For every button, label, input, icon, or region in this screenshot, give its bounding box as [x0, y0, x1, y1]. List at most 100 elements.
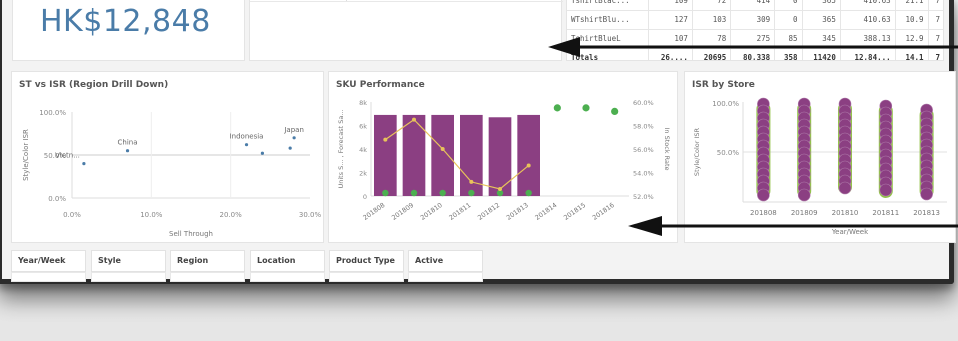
table-cell: 388.13	[840, 29, 896, 49]
scatter-point	[292, 136, 296, 140]
sku-panel[interactable]: SKU Performance 8k 6k 4k 2k 0 60.0% 58.0% 56.0%…	[328, 71, 678, 243]
table-cell: 11420	[802, 48, 841, 60]
sku-chart[interactable]: 8k 6k 4k 2k 0 60.0% 58.0% 56.0% 54.0% 52.0% Units …	[329, 92, 679, 242]
filter-list[interactable]	[408, 272, 483, 282]
table-row[interactable]: WTshirtBlu... 127 103 309 0 365 410.63 10.9 7	[567, 10, 943, 30]
isr-store-chart[interactable]: 100.0% 50.0% Style/Color ISR Year/Week 20180…	[685, 92, 957, 242]
scatter-point-label: Vietn...	[55, 152, 80, 160]
line-point	[412, 117, 416, 122]
line-point	[440, 147, 445, 151]
table-totals-row[interactable]: Totals 26,... 20695 80,338 358 11420 12,84... 1…	[567, 48, 943, 60]
filter-list[interactable]	[170, 272, 245, 282]
table-cell: 12,84...	[840, 48, 896, 60]
app-stage: HK$12,848 TshirtBlac... 109 72 414 0 365 410.6…	[0, 0, 958, 341]
store-point	[797, 188, 811, 202]
table-cell: 7	[928, 0, 943, 11]
table-cell: 365	[802, 0, 841, 11]
filter-location[interactable]: Location	[250, 250, 325, 272]
bar-base-point	[468, 189, 475, 197]
filter-label: Active	[415, 256, 444, 265]
table-cell: 80,338	[730, 48, 776, 60]
filter-year-week[interactable]: Year/Week	[11, 250, 86, 272]
filter-list[interactable]	[250, 272, 325, 282]
scatter-point	[82, 162, 86, 166]
y-right-tick: 54.0%	[633, 170, 654, 178]
table-cell: 345	[802, 29, 841, 49]
scatter-point	[244, 143, 249, 147]
filter-label: Region	[177, 256, 209, 265]
y-tick-label: 100.0%	[39, 109, 66, 117]
filter-list[interactable]	[11, 272, 86, 282]
filter-product-type[interactable]: Product Type	[329, 250, 404, 272]
table-cell: 109	[648, 0, 693, 11]
st-isr-panel[interactable]: ST vs ISR (Region Drill Down) 100.0% 50.0…	[11, 71, 324, 243]
table-cell: 0	[774, 10, 803, 30]
table-cell: 7	[928, 10, 943, 30]
x-axis-label: Year/Week	[831, 228, 869, 236]
sku-title: SKU Performance	[336, 80, 425, 90]
table-cell: 78	[692, 29, 732, 49]
line-point	[498, 186, 502, 191]
table-cell-name: TshirtBlac...	[567, 0, 650, 11]
table-cell: 14.1	[895, 48, 929, 60]
y-left-tick: 0	[363, 193, 367, 201]
filter-label: Location	[257, 256, 296, 265]
st-isr-title: ST vs ISR (Region Drill Down)	[19, 80, 169, 90]
scatter-point	[125, 149, 130, 153]
scatter-point	[288, 146, 292, 150]
table-cell-name: Totals	[567, 48, 650, 60]
filter-label: Product Type	[336, 256, 395, 265]
y-right-tick: 58.0%	[633, 123, 654, 131]
y-tick-label: 50.0%	[717, 149, 740, 157]
detail-table-panel[interactable]: TshirtBlac... 109 72 414 0 365 410.63 21.1 7 WTsh…	[566, 0, 944, 61]
filter-list[interactable]	[91, 272, 166, 282]
bar	[374, 114, 397, 196]
filter-active[interactable]: Active	[408, 250, 483, 272]
table-cell: 127	[648, 10, 693, 30]
filter-region[interactable]: Region	[170, 250, 245, 272]
filter-label: Style	[98, 256, 121, 265]
x-tick-label: 201810	[832, 209, 859, 217]
filter-label: Year/Week	[18, 256, 66, 265]
detail-table: TshirtBlac... 109 72 414 0 365 410.63 21.1 7 WTsh…	[567, 0, 943, 60]
table-cell: 7	[928, 29, 943, 49]
upper-chart-ticks	[250, 0, 563, 2]
green-point	[611, 107, 619, 115]
bar-base-point	[439, 189, 446, 197]
filter-list[interactable]	[329, 272, 404, 282]
table-cell: 309	[730, 10, 776, 30]
table-cell: 365	[802, 10, 841, 30]
y-left-tick: 2k	[359, 170, 367, 178]
table-cell-name: WTshirtBlu...	[567, 10, 650, 30]
x-tick-label: 30.0%	[299, 211, 322, 219]
y-right-tick: 56.0%	[633, 146, 654, 154]
y-tick-label: 100.0%	[712, 100, 739, 108]
x-tick-label: 201812	[476, 201, 501, 222]
upper-chart-panel[interactable]	[249, 0, 563, 61]
table-row[interactable]: TshirtBlueL 107 78 275 85 345 388.13 12.9 7	[567, 29, 943, 49]
line-point	[469, 179, 474, 184]
table-cell: 7	[928, 48, 943, 60]
table-cell: 72	[692, 0, 732, 11]
x-tick-label: 0.0%	[63, 211, 81, 219]
filter-style[interactable]: Style	[91, 250, 166, 272]
x-tick-label: 201811	[872, 209, 899, 217]
y-right-tick: 52.0%	[633, 193, 654, 201]
table-cell: 12.9	[895, 29, 929, 49]
kpi-value: HK$12,848	[40, 4, 211, 39]
green-point	[582, 104, 590, 112]
store-point	[757, 188, 770, 202]
green-point	[553, 104, 561, 112]
table-row[interactable]: TshirtBlac... 109 72 414 0 365 410.63 21.1 7	[567, 0, 943, 11]
x-tick-label: 201813	[913, 209, 940, 217]
table-cell-name: TshirtBlueL	[567, 29, 650, 49]
kpi-panel[interactable]: HK$12,848	[12, 0, 245, 61]
st-isr-chart[interactable]: 100.0%50.0%0.0%0.0% 10.0% 20.0% 30.0%Sell T…	[12, 92, 325, 242]
scatter-point-label: Japan	[283, 126, 304, 134]
y-axis-label: Style/Color ISR	[693, 127, 701, 176]
y-left-tick: 8k	[359, 99, 367, 107]
isr-store-panel[interactable]: ISR by Store 100.0% 50.0% Style/Color ISR Y…	[684, 71, 956, 243]
x-tick-label: 201816	[591, 201, 616, 222]
table-cell: 107	[648, 29, 693, 49]
x-tick-label: 201810	[419, 201, 444, 222]
